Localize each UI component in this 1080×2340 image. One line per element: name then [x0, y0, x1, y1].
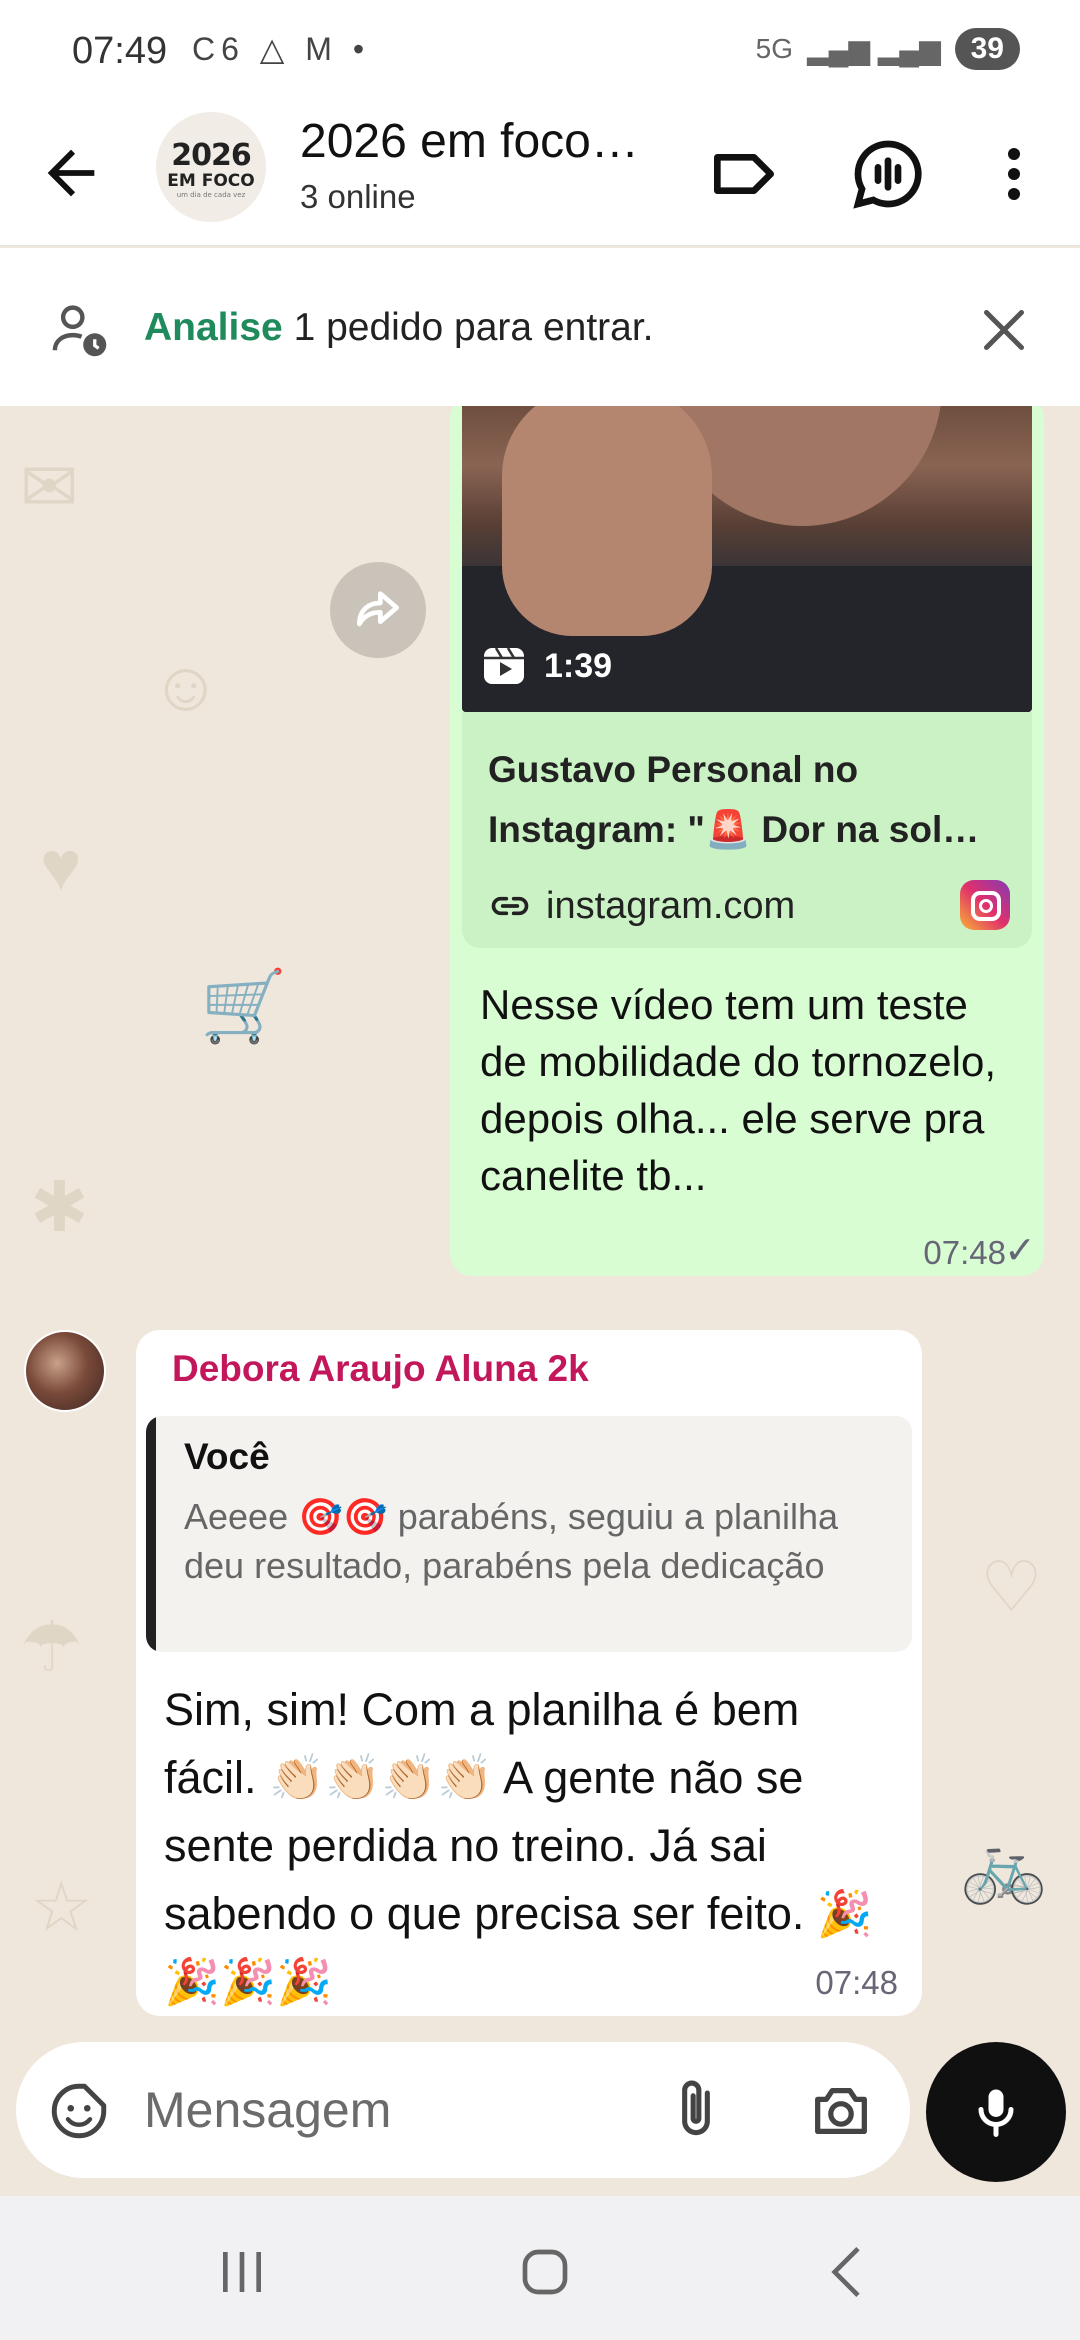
label-tag-icon	[714, 154, 774, 195]
wallpaper-doodle: ✉	[20, 448, 79, 526]
quote-bar	[146, 1416, 156, 1652]
thumbnail-hand	[502, 406, 712, 636]
link-icon	[491, 896, 529, 916]
attach-icon[interactable]	[662, 2076, 730, 2144]
wallpaper-doodle: ☺	[150, 647, 222, 725]
incoming-message-text: Sim, sim! Com a planilha é bem fácil. 👏🏻…	[164, 1684, 873, 2007]
person-pending-icon	[52, 305, 107, 357]
close-icon[interactable]	[974, 300, 1034, 360]
group-subtitle[interactable]: 3 online	[300, 178, 416, 216]
link-domain-row: instagram.com	[488, 884, 795, 928]
incoming-message-time: 07:48	[815, 1964, 898, 2001]
incoming-message[interactable]: Debora Araujo Aluna 2k Você Aeeee 🎯🎯 par…	[136, 1330, 922, 2016]
recent-apps-icon[interactable]	[202, 2232, 282, 2312]
link-domain: instagram.com	[546, 884, 796, 927]
quoted-message[interactable]: Você Aeeee 🎯🎯 parabéns, seguiu a planilh…	[146, 1416, 912, 1652]
sent-check-icon: ✓	[1004, 1230, 1036, 1272]
forward-icon	[357, 591, 399, 627]
notification-icons: C6 △ M •	[192, 31, 371, 67]
signal-icon: ▂▄▆ ▂▄▆	[807, 33, 941, 65]
sender-avatar[interactable]	[24, 1330, 106, 1412]
forward-button[interactable]	[330, 562, 426, 658]
message-input[interactable]	[144, 2072, 624, 2148]
voice-chat-button[interactable]	[848, 134, 928, 214]
network-type-icon: 5G	[755, 33, 794, 64]
wallpaper-doodle: 🚲	[960, 1827, 1048, 1905]
outgoing-message[interactable]: 1:39 Gustavo Personal no Instagram: "🚨 D…	[450, 406, 1044, 1276]
chat-header: 2026 EM FOCO um dia de cada vez 2026 em …	[0, 100, 1080, 246]
status-right: 5G ▂▄▆ ▂▄▆ 39	[756, 28, 1020, 70]
message-composer	[16, 2042, 910, 2178]
chat-area[interactable]: ✉ ☺ ♥ 🛒 ✱ ♡ ☂ 🚲 ☆ 1:39 Gustavo Personal …	[0, 406, 1080, 2046]
battery-indicator: 39	[954, 28, 1020, 70]
status-bar: 07:49 C6 △ M • 5G ▂▄▆ ▂▄▆ 39	[0, 0, 1080, 100]
sticker-emoji-icon[interactable]	[46, 2078, 112, 2144]
label-button[interactable]	[704, 134, 784, 214]
join-request-count: 1 pedido para entrar.	[282, 306, 654, 349]
wallpaper-doodle: ☆	[30, 1868, 93, 1946]
sender-name[interactable]: Debora Araujo Aluna 2k	[172, 1348, 589, 1390]
wallpaper-doodle: 🛒	[200, 967, 288, 1045]
group-avatar[interactable]: 2026 EM FOCO um dia de cada vez	[156, 112, 266, 222]
link-preview[interactable]: Gustavo Personal no Instagram: "🚨 Dor na…	[462, 712, 1032, 948]
outgoing-message-time: 07:48	[923, 1234, 1006, 1271]
quoted-text: Aeeee 🎯🎯 parabéns, seguiu a planilha deu…	[184, 1496, 839, 1586]
outgoing-message-text: Nesse vídeo tem um teste de mobilidade d…	[480, 981, 997, 1199]
wallpaper-doodle: ♥	[40, 827, 82, 905]
duration-label: 1:39	[544, 646, 613, 685]
join-request-banner[interactable]: Analise 1 pedido para entrar.	[0, 248, 1080, 406]
quoted-author: Você	[184, 1436, 270, 1477]
wallpaper-doodle: ✱	[30, 1168, 89, 1246]
group-title[interactable]: 2026 em foco…	[300, 114, 639, 169]
avatar-line-1: 2026	[171, 138, 252, 173]
nav-back-icon[interactable]	[808, 2232, 888, 2312]
video-duration: 1:39	[480, 642, 612, 690]
camera-icon[interactable]	[806, 2076, 876, 2146]
microphone-icon	[978, 2089, 1014, 2137]
avatar-line-2: EM FOCO	[167, 171, 255, 191]
status-time: 07:49	[72, 30, 168, 72]
wallpaper-doodle: ☂	[20, 1608, 83, 1686]
link-title: Gustavo Personal no Instagram: "🚨 Dor na…	[488, 749, 980, 850]
review-link[interactable]: Analise	[144, 306, 283, 349]
reel-icon	[484, 647, 524, 684]
more-options-button[interactable]	[974, 134, 1054, 214]
avatar-line-3: um dia de cada vez	[176, 191, 246, 199]
home-icon[interactable]	[505, 2232, 585, 2312]
system-nav-bar	[0, 2196, 1080, 2340]
join-request-text: Analise 1 pedido para entrar.	[144, 306, 654, 350]
voice-record-button[interactable]	[926, 2042, 1066, 2182]
wallpaper-doodle: ♡	[980, 1548, 1043, 1626]
back-arrow-icon	[47, 149, 95, 197]
video-thumbnail[interactable]: 1:39	[462, 406, 1032, 712]
back-button[interactable]	[36, 138, 106, 208]
voice-chat-icon	[853, 140, 922, 209]
instagram-icon	[960, 880, 1010, 930]
more-vert-icon	[1008, 148, 1020, 200]
